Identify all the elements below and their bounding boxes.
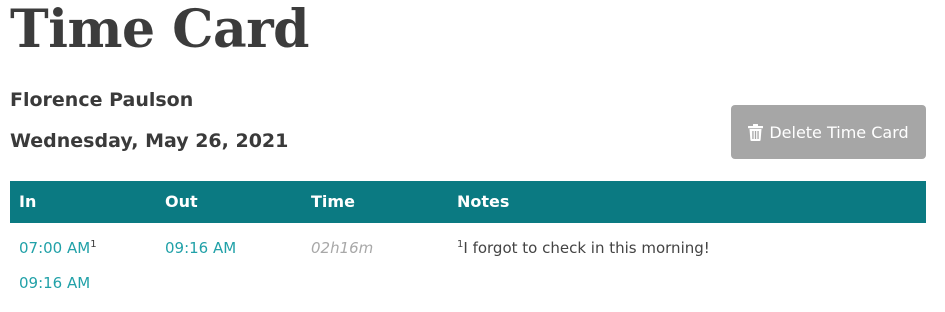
time-card-page: Time Card Florence Paulson Wednesday, Ma… xyxy=(0,0,945,312)
check-in-time-edited[interactable]: 09:16 AM xyxy=(19,273,90,293)
table-row: 07:00 AM1 09:16 AM 09:16 AM 02h16m 1I fo… xyxy=(10,181,926,312)
time-card-date: Wednesday, May 26, 2021 xyxy=(10,130,289,152)
employee-name: Florence Paulson xyxy=(10,89,194,111)
delete-button-label: Delete Time Card xyxy=(769,122,909,142)
delete-time-card-button[interactable]: Delete Time Card xyxy=(731,105,926,159)
duration: 02h16m xyxy=(311,239,374,257)
footnote-marker: 1 xyxy=(90,239,97,250)
trash-icon xyxy=(748,123,764,141)
check-in-time-value: 07:00 AM xyxy=(19,239,91,257)
check-out-time[interactable]: 09:16 AM xyxy=(165,238,236,258)
note-text: 1I forgot to check in this morning! xyxy=(457,238,710,258)
page-title: Time Card xyxy=(10,0,310,60)
note-value: I forgot to check in this morning! xyxy=(463,239,710,257)
check-in-time[interactable]: 07:00 AM1 xyxy=(19,238,97,258)
